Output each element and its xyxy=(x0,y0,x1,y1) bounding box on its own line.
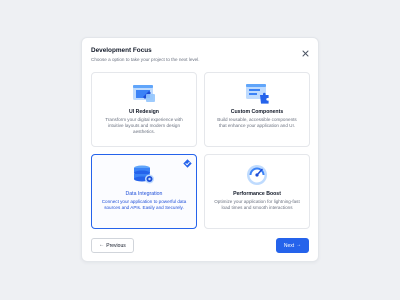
option-title: Custom Components xyxy=(230,109,284,115)
option-card-data-integration[interactable]: Data Integration Connect your applicatio… xyxy=(91,154,197,229)
option-description: Optimize your application for lightning-… xyxy=(214,199,300,210)
arrow-left-icon: ← xyxy=(99,242,105,248)
selected-check-icon xyxy=(183,159,192,168)
option-description: Build reusable, accessible components th… xyxy=(217,117,297,128)
previous-button[interactable]: ← Previous xyxy=(91,238,134,253)
dialog-subtitle: Choose a option to take your project to … xyxy=(91,57,200,62)
option-title: Data Integration xyxy=(125,191,163,197)
ui-redesign-icon xyxy=(131,82,157,104)
option-description: Transform your digital experience with i… xyxy=(105,117,183,134)
close-icon[interactable] xyxy=(302,50,309,57)
option-card-custom-components[interactable]: Custom Components Build reusable, access… xyxy=(204,72,310,147)
next-button[interactable]: Next → xyxy=(276,238,309,253)
custom-components-icon xyxy=(244,82,270,104)
previous-button-label: Previous xyxy=(106,242,126,249)
development-focus-dialog: Development Focus Choose a option to tak… xyxy=(81,37,319,262)
option-description: Connect your application to powerful dat… xyxy=(101,199,187,210)
data-integration-icon xyxy=(131,164,157,186)
arrow-right-icon: → xyxy=(296,242,302,248)
dialog-title: Development Focus xyxy=(91,47,152,54)
next-button-label: Next xyxy=(283,242,295,249)
performance-gauge-icon xyxy=(244,164,270,186)
option-title: UI Redesign xyxy=(129,109,159,115)
option-card-ui-redesign[interactable]: UI Redesign Transform your digital exper… xyxy=(91,72,197,147)
option-title: Performance Boost xyxy=(233,191,281,197)
option-card-performance-boost[interactable]: Performance Boost Optimize your applicat… xyxy=(204,154,310,229)
